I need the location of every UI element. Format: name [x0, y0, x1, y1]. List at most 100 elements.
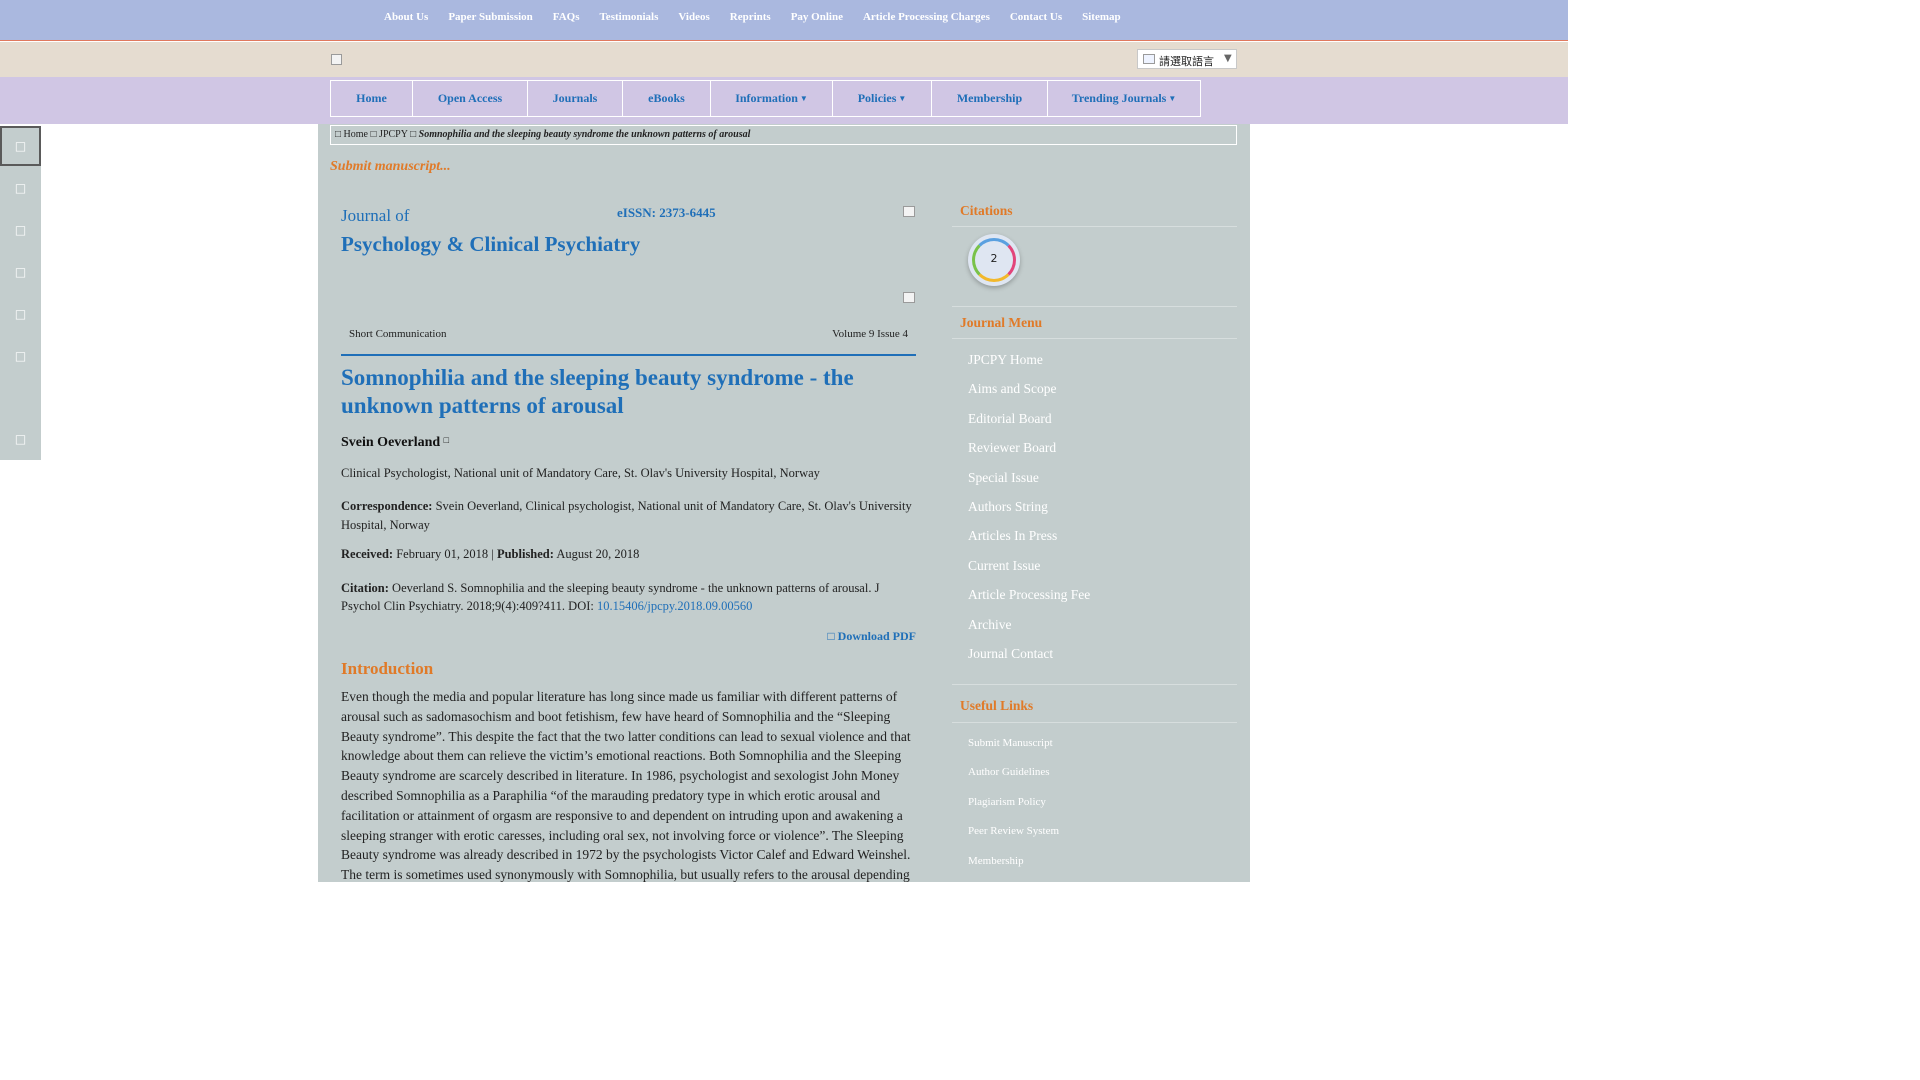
share-email-icon[interactable]: □	[0, 336, 41, 376]
sidebar-divider	[952, 722, 1237, 723]
google-translate-icon	[1143, 54, 1155, 64]
top-link-videos[interactable]: Videos	[678, 11, 709, 23]
nav-policies[interactable]: Policies ▼	[832, 80, 932, 117]
article-dates: Received: February 01, 2018 | Published:…	[341, 547, 639, 562]
nav-ebooks[interactable]: eBooks	[622, 80, 711, 117]
journal-menu-item[interactable]: Authors String	[968, 499, 1048, 515]
dropdown-arrow-icon: ▼	[1224, 53, 1232, 64]
journal-menu-item[interactable]: Special Issue	[968, 470, 1039, 486]
top-link-reprints[interactable]: Reprints	[730, 11, 771, 23]
journal-menu-item[interactable]: Current Issue	[968, 558, 1040, 574]
journal-menu-item[interactable]: JPCPY Home	[968, 352, 1043, 368]
nav-label: Home	[356, 91, 387, 105]
journal-menu-item[interactable]: Articles In Press	[968, 528, 1057, 544]
image-placeholder-icon	[903, 292, 915, 303]
share-facebook-icon[interactable]: □	[0, 126, 41, 166]
date-separator: |	[491, 547, 494, 561]
useful-link[interactable]: Peer Review System	[968, 825, 1059, 837]
useful-link[interactable]: Submit Manuscript	[968, 737, 1053, 749]
correspondence: Correspondence: Svein Oeverland, Clinica…	[341, 497, 916, 535]
top-link-contact-us[interactable]: Contact Us	[1010, 11, 1062, 23]
journal-menu-item[interactable]: Reviewer Board	[968, 440, 1056, 456]
nav-label: Policies	[857, 91, 897, 105]
main-nav: Home Open Access Journals eBooks Informa…	[330, 80, 1201, 117]
top-link-paper-submission[interactable]: Paper Submission	[448, 11, 532, 23]
header-divider	[341, 354, 916, 356]
journal-menu-item[interactable]: Editorial Board	[968, 411, 1052, 427]
breadcrumb-journal[interactable]: JPCPY	[379, 129, 408, 140]
caret-down-icon: ▼	[799, 94, 808, 103]
top-links-bar: About Us Paper Submission FAQs Testimoni…	[0, 0, 1568, 41]
introduction-text: Even though the media and popular litera…	[341, 689, 911, 883]
top-link-apc[interactable]: Article Processing Charges	[863, 11, 990, 23]
journal-menu-item[interactable]: Journal Contact	[968, 646, 1053, 662]
sidebar-divider	[952, 226, 1237, 227]
useful-links-heading: Useful Links	[960, 698, 1034, 713]
citations-heading: Citations	[960, 203, 1013, 218]
article-citation: Citation: Oeverland S. Somnophilia and t…	[341, 579, 916, 615]
published-label: Published:	[496, 547, 554, 561]
author-affiliation: Clinical Psychologist, National unit of …	[341, 466, 820, 480]
caret-down-icon: ▼	[898, 94, 907, 103]
received-label: Received:	[341, 547, 394, 561]
submit-manuscript-link[interactable]: Submit manuscript...	[330, 159, 451, 175]
useful-link[interactable]: Membership	[968, 855, 1024, 867]
share-twitter-icon[interactable]: □	[0, 168, 41, 208]
published-date: August 20, 2018	[556, 547, 640, 561]
image-placeholder-icon	[903, 206, 915, 217]
top-link-testimonials[interactable]: Testimonials	[599, 11, 658, 23]
nav-information[interactable]: Information ▼	[710, 80, 833, 117]
article-author: Svein Oeverland □	[341, 435, 449, 451]
logo-band	[0, 42, 1568, 77]
introduction-heading: Introduction	[341, 659, 434, 678]
nav-label: Information	[735, 91, 798, 105]
nav-label: Open Access	[437, 91, 503, 105]
nav-label: eBooks	[648, 91, 685, 105]
nav-home[interactable]: Home	[330, 80, 413, 117]
article-title: Somnophilia and the sleeping beauty synd…	[341, 365, 854, 418]
article-type: Short Communication	[349, 328, 447, 340]
journal-eissn: eISSN: 2373-6445	[617, 205, 716, 220]
nav-trending-journals[interactable]: Trending Journals ▼	[1047, 80, 1201, 117]
social-share-rail: □ □ □ □ □ □ □	[0, 126, 41, 460]
nav-label: Trending Journals	[1071, 91, 1167, 105]
envelope-icon[interactable]: □	[444, 435, 449, 445]
top-link-about-us[interactable]: About Us	[384, 11, 428, 23]
useful-link[interactable]: Plagiarism Policy	[968, 796, 1046, 808]
nav-membership[interactable]: Membership	[931, 80, 1048, 117]
nav-open-access[interactable]: Open Access	[412, 80, 528, 117]
citation-label: Citation:	[341, 581, 389, 595]
share-linkedin-icon[interactable]: □	[0, 210, 41, 250]
journal-menu-item[interactable]: Aims and Scope	[968, 381, 1057, 397]
download-pdf-label: Download PDF	[837, 629, 916, 643]
journal-menu-heading: Journal Menu	[960, 315, 1043, 330]
journal-menu-item[interactable]: Article Processing Fee	[968, 587, 1090, 603]
useful-link[interactable]: Author Guidelines	[968, 766, 1050, 778]
breadcrumb: □ Home □ JPCPY □ Somnophilia and the sle…	[330, 125, 1237, 145]
author-name: Svein Oeverland	[341, 435, 441, 450]
sidebar-divider	[952, 306, 1237, 307]
journal-prefix: Journal of	[341, 206, 410, 225]
correspondence-label: Correspondence:	[341, 499, 433, 513]
breadcrumb-home[interactable]: Home	[341, 129, 368, 140]
top-link-pay-online[interactable]: Pay Online	[791, 11, 843, 23]
language-select[interactable]: 請選取語言 ▼	[1137, 49, 1237, 69]
breadcrumb-separator-icon: □	[410, 129, 417, 140]
journal-menu-item[interactable]: Archive	[968, 617, 1011, 633]
share-pinterest-icon[interactable]: □	[0, 252, 41, 292]
sidebar-divider	[952, 338, 1237, 339]
share-more-icon[interactable]: □	[0, 419, 41, 459]
site-logo-image[interactable]	[331, 54, 342, 65]
top-link-faqs[interactable]: FAQs	[553, 11, 580, 23]
nav-label: Journals	[552, 91, 598, 105]
dimensions-citation-badge[interactable]: 2	[968, 234, 1020, 286]
journal-title: Psychology & Clinical Psychiatry	[341, 232, 641, 256]
language-select-label: 請選取語言	[1159, 55, 1214, 68]
download-pdf-link[interactable]: □ Download PDF	[827, 629, 916, 644]
top-link-sitemap[interactable]: Sitemap	[1082, 11, 1121, 23]
article-volume: Volume 9 Issue 4	[832, 328, 908, 340]
share-reddit-icon[interactable]: □	[0, 294, 41, 334]
nav-journals[interactable]: Journals	[527, 80, 623, 117]
doi-link[interactable]: 10.15406/jpcpy.2018.09.00560	[597, 599, 752, 613]
file-pdf-icon: □	[827, 629, 835, 643]
